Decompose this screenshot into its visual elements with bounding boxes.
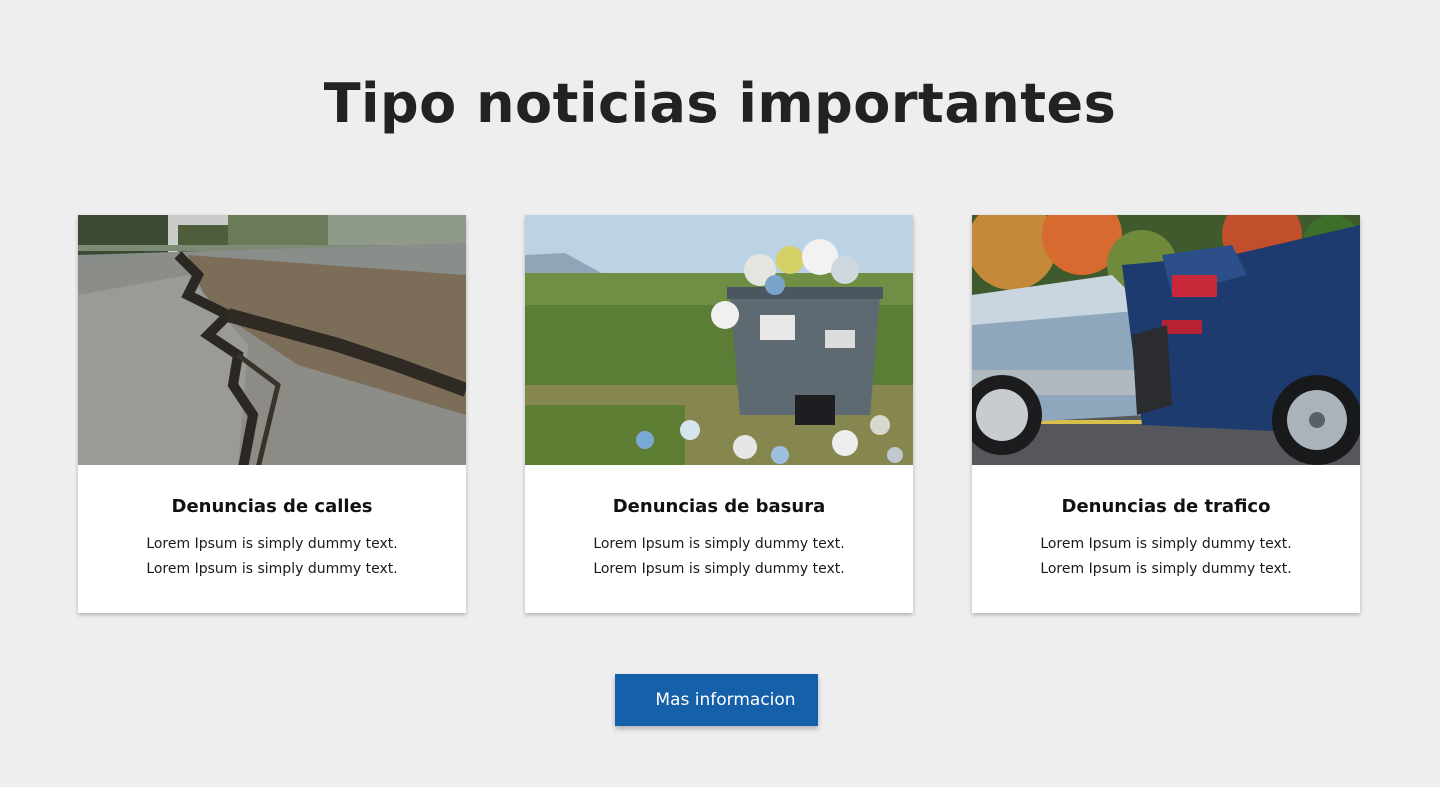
card-text-line-1: Lorem Ipsum is simply dummy text. <box>146 536 398 552</box>
news-section: Tipo noticias importantes Denuncias de c… <box>0 0 1440 787</box>
mas-informacion-button[interactable]: Mas informacion <box>615 674 818 726</box>
section-title: Tipo noticias importantes <box>323 72 1117 135</box>
car-collision-image <box>972 215 1360 465</box>
card-text-line-1: Lorem Ipsum is simply dummy text. <box>593 536 845 552</box>
overflowing-trash-bin-image <box>525 215 913 465</box>
cracked-road-image <box>78 215 466 465</box>
card-text-line-2: Lorem Ipsum is simply dummy text. <box>593 561 845 577</box>
card-text-line-2: Lorem Ipsum is simply dummy text. <box>1040 561 1292 577</box>
card-basura[interactable]: Denuncias de basura Lorem Ipsum is simpl… <box>525 215 913 613</box>
card-text-line-1: Lorem Ipsum is simply dummy text. <box>1040 536 1292 552</box>
card-trafico[interactable]: Denuncias de trafico Lorem Ipsum is simp… <box>972 215 1360 613</box>
card-calles[interactable]: Denuncias de calles Lorem Ipsum is simpl… <box>78 215 466 613</box>
card-title: Denuncias de calles <box>171 496 373 517</box>
card-text-line-2: Lorem Ipsum is simply dummy text. <box>146 561 398 577</box>
card-title: Denuncias de basura <box>612 496 826 517</box>
card-title: Denuncias de trafico <box>1061 496 1271 517</box>
